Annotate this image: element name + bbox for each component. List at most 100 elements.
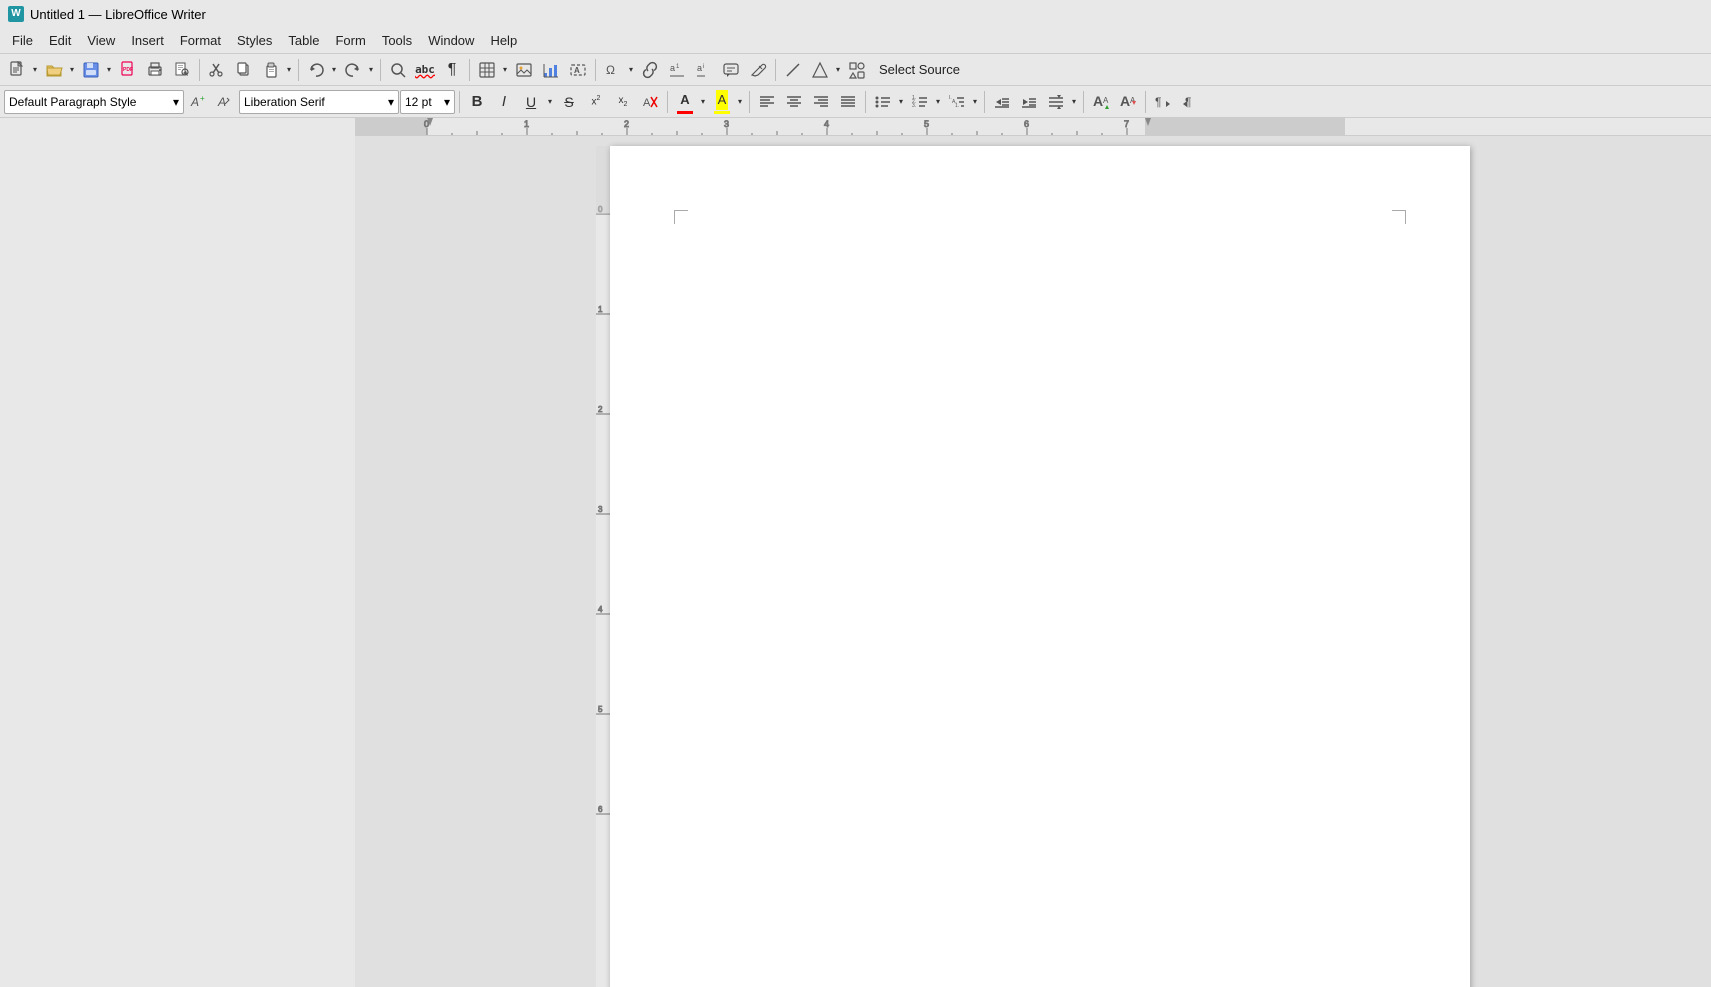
insert-chart-button[interactable]: [538, 57, 564, 83]
align-left-button[interactable]: [754, 89, 780, 115]
undo-button[interactable]: [303, 57, 329, 83]
menu-edit[interactable]: Edit: [41, 30, 79, 51]
insert-special-arrow[interactable]: ▾: [626, 57, 636, 83]
subscript-icon: x2: [619, 95, 628, 108]
select-source-label: Select Source: [879, 62, 960, 77]
svg-text:3.: 3.: [912, 103, 916, 109]
menu-file[interactable]: File: [4, 30, 41, 51]
menu-window[interactable]: Window: [420, 30, 482, 51]
redo-button[interactable]: [340, 57, 366, 83]
formatting-marks-button[interactable]: ¶: [439, 57, 465, 83]
paste-arrow[interactable]: ▾: [284, 57, 294, 83]
find-button[interactable]: [385, 57, 411, 83]
svg-text:1: 1: [598, 305, 603, 314]
menu-insert[interactable]: Insert: [123, 30, 172, 51]
insert-comment-button[interactable]: [718, 57, 744, 83]
underline-arrow[interactable]: ▾: [545, 89, 555, 115]
underline-button[interactable]: U: [518, 89, 544, 115]
titlebar: W Untitled 1 — LibreOffice Writer: [0, 0, 1711, 28]
font-color-arrow[interactable]: ▾: [698, 89, 708, 115]
highlight-color-button[interactable]: A: [709, 89, 735, 115]
svg-text:a: a: [697, 63, 702, 73]
outline-list-button[interactable]: I.A.1.: [944, 89, 970, 115]
subscript-button[interactable]: x2: [610, 89, 636, 115]
paragraph-style-value: Default Paragraph Style: [9, 95, 136, 109]
cut-button[interactable]: [204, 57, 230, 83]
highlight-color-arrow[interactable]: ▾: [735, 89, 745, 115]
strikethrough-button[interactable]: S: [556, 89, 582, 115]
italic-button[interactable]: I: [491, 89, 517, 115]
clear-formatting-button[interactable]: A: [637, 89, 663, 115]
shapes-arrow[interactable]: ▾: [833, 57, 843, 83]
insert-table-button[interactable]: [474, 57, 500, 83]
menu-format[interactable]: Format: [172, 30, 229, 51]
insert-endnote-button[interactable]: ai: [691, 57, 717, 83]
unordered-list-arrow[interactable]: ▾: [896, 89, 906, 115]
menu-view[interactable]: View: [79, 30, 123, 51]
copy-button[interactable]: [231, 57, 257, 83]
increase-indent-button[interactable]: [1016, 89, 1042, 115]
sep-fmt1: [459, 91, 460, 113]
insert-table-arrow[interactable]: ▾: [500, 57, 510, 83]
print-preview-button[interactable]: [169, 57, 195, 83]
paragraph-ltr-button[interactable]: ¶: [1150, 89, 1176, 115]
sep3: [380, 59, 381, 81]
increase-font-size-button[interactable]: AA: [1088, 89, 1114, 115]
save-arrow[interactable]: ▾: [104, 57, 114, 83]
paragraph-style-dropdown[interactable]: Default Paragraph Style ▾: [4, 90, 184, 114]
open-arrow[interactable]: ▾: [67, 57, 77, 83]
ordered-list-arrow[interactable]: ▾: [933, 89, 943, 115]
insert-footnote-button[interactable]: a1: [664, 57, 690, 83]
paste-button[interactable]: [258, 57, 284, 83]
menu-table[interactable]: Table: [280, 30, 327, 51]
font-size-arrow: ▾: [444, 95, 450, 109]
undo-arrow[interactable]: ▾: [329, 57, 339, 83]
menu-styles[interactable]: Styles: [229, 30, 280, 51]
font-dropdown[interactable]: Liberation Serif ▾: [239, 90, 399, 114]
menu-help[interactable]: Help: [482, 30, 525, 51]
sep-fmt7: [1145, 91, 1146, 113]
page-content-area[interactable]: [680, 216, 1400, 987]
sep5: [595, 59, 596, 81]
line-spacing-button[interactable]: [1043, 89, 1069, 115]
font-color-button[interactable]: A: [672, 89, 698, 115]
svg-text:1.: 1.: [955, 103, 959, 109]
outline-list-arrow[interactable]: ▾: [970, 89, 980, 115]
menu-form[interactable]: Form: [327, 30, 373, 51]
shapes-button[interactable]: [807, 57, 833, 83]
document-area[interactable]: 0 1 2 3 4 5 6: [355, 136, 1711, 987]
menu-tools[interactable]: Tools: [374, 30, 420, 51]
track-changes-button[interactable]: [745, 57, 771, 83]
svg-text:Ω: Ω: [606, 63, 615, 77]
insert-image-button[interactable]: [511, 57, 537, 83]
unordered-list-button[interactable]: [870, 89, 896, 115]
bold-button[interactable]: B: [464, 89, 490, 115]
new-arrow[interactable]: ▾: [30, 57, 40, 83]
style-new-button[interactable]: A+: [185, 89, 211, 115]
font-size-dropdown[interactable]: 12 pt ▾: [400, 90, 455, 114]
spellcheck-button[interactable]: abc: [412, 57, 438, 83]
align-center-button[interactable]: [781, 89, 807, 115]
insert-special-button[interactable]: Ω: [600, 57, 626, 83]
align-right-button[interactable]: [808, 89, 834, 115]
paragraph-rtl-button[interactable]: ¶: [1177, 89, 1203, 115]
print-button[interactable]: [142, 57, 168, 83]
redo-arrow[interactable]: ▾: [366, 57, 376, 83]
justify-button[interactable]: [835, 89, 861, 115]
new-button[interactable]: [4, 57, 30, 83]
insert-textbox-button[interactable]: A: [565, 57, 591, 83]
line-spacing-arrow[interactable]: ▾: [1069, 89, 1079, 115]
superscript-button[interactable]: x2: [583, 89, 609, 115]
draw-line-button[interactable]: [780, 57, 806, 83]
export-pdf-button[interactable]: PDF: [115, 57, 141, 83]
save-button[interactable]: [78, 57, 104, 83]
decrease-font-size-button[interactable]: AA: [1115, 89, 1141, 115]
ordered-list-button[interactable]: 1.2.3.: [907, 89, 933, 115]
more-shapes-button[interactable]: [844, 57, 870, 83]
document-page[interactable]: [610, 146, 1470, 987]
insert-hyperlink-button[interactable]: [637, 57, 663, 83]
style-update-button[interactable]: A: [212, 89, 238, 115]
decrease-indent-button[interactable]: [989, 89, 1015, 115]
svg-text:PDF: PDF: [123, 67, 133, 73]
open-button[interactable]: [41, 57, 67, 83]
